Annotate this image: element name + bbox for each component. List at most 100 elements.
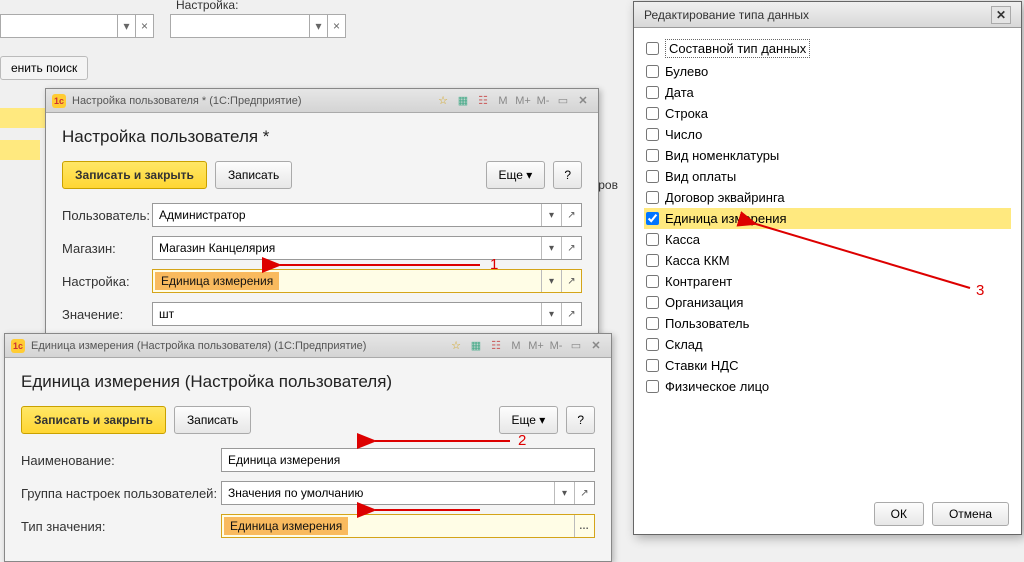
type-row[interactable]: Единица измерения: [644, 208, 1011, 229]
window-title: Настройка пользователя * (1С:Предприятие…: [72, 95, 302, 107]
type-checkbox[interactable]: [646, 128, 659, 141]
type-label: Дата: [665, 85, 694, 100]
titlebar[interactable]: 1c Единица измерения (Настройка пользова…: [5, 334, 611, 358]
bg-setting-field-1[interactable]: ▾×: [0, 14, 154, 38]
close-icon[interactable]: ✕: [574, 93, 592, 109]
dropdown-icon[interactable]: ▾: [541, 303, 561, 325]
ellipsis-icon[interactable]: …: [574, 515, 594, 537]
open-icon[interactable]: ↗: [574, 482, 594, 504]
save-close-button[interactable]: Записать и закрыть: [62, 161, 207, 189]
composite-type-row[interactable]: Составной тип данных: [644, 36, 1011, 61]
m-plus-icon[interactable]: M+: [514, 93, 532, 109]
more-button[interactable]: Еще ▾: [486, 161, 546, 189]
setting-field[interactable]: Единица измерения ▾ ↗: [152, 269, 582, 293]
close-icon[interactable]: ✕: [991, 6, 1011, 24]
help-button[interactable]: ?: [566, 406, 595, 434]
close-icon[interactable]: ✕: [587, 338, 605, 354]
value-field[interactable]: шт ▾ ↗: [152, 302, 582, 326]
type-row[interactable]: Булево: [644, 61, 1011, 82]
dropdown-icon[interactable]: ▾: [541, 270, 561, 292]
calculator-icon[interactable]: ▦: [467, 338, 485, 354]
titlebar[interactable]: 1c Настройка пользователя * (1С:Предприя…: [46, 89, 598, 113]
type-row[interactable]: Физическое лицо: [644, 376, 1011, 397]
type-checkbox[interactable]: [646, 296, 659, 309]
type-checkbox[interactable]: [646, 275, 659, 288]
dropdown-icon[interactable]: ▾: [554, 482, 574, 504]
setting-value: Единица измерения: [155, 272, 279, 290]
m-icon[interactable]: M: [507, 338, 525, 354]
type-checkbox[interactable]: [646, 65, 659, 78]
type-row[interactable]: Число: [644, 124, 1011, 145]
calendar-icon[interactable]: ☷: [474, 93, 492, 109]
open-icon[interactable]: ↗: [561, 303, 581, 325]
dropdown-icon[interactable]: ▾: [541, 237, 561, 259]
type-row[interactable]: Ставки НДС: [644, 355, 1011, 376]
value-label: Значение:: [62, 307, 152, 322]
save-close-button[interactable]: Записать и закрыть: [21, 406, 166, 434]
type-row[interactable]: Склад: [644, 334, 1011, 355]
m-icon[interactable]: M: [494, 93, 512, 109]
calculator-icon[interactable]: ▦: [454, 93, 472, 109]
type-row[interactable]: Касса ККМ: [644, 250, 1011, 271]
type-row[interactable]: Организация: [644, 292, 1011, 313]
dropdown-icon[interactable]: ▾: [309, 15, 327, 37]
window-heading: Единица измерения (Настройка пользовател…: [21, 372, 595, 392]
type-row[interactable]: Контрагент: [644, 271, 1011, 292]
type-checkbox[interactable]: [646, 254, 659, 267]
dropdown-icon[interactable]: ▾: [117, 15, 135, 37]
cancel-button[interactable]: Отмена: [932, 502, 1009, 526]
clear-icon[interactable]: ×: [135, 15, 153, 37]
save-button[interactable]: Записать: [215, 161, 292, 189]
type-row[interactable]: Договор эквайринга: [644, 187, 1011, 208]
calendar-icon[interactable]: ☷: [487, 338, 505, 354]
type-field[interactable]: Единица измерения …: [221, 514, 595, 538]
type-label: Число: [665, 127, 702, 142]
data-type-dialog: Редактирование типа данных ✕ Составной т…: [633, 1, 1022, 535]
shop-value: Магазин Канцелярия: [153, 237, 541, 259]
m-plus-icon[interactable]: M+: [527, 338, 545, 354]
composite-checkbox[interactable]: [646, 42, 659, 55]
name-field[interactable]: Единица измерения: [221, 448, 595, 472]
type-row[interactable]: Вид номенклатуры: [644, 145, 1011, 166]
more-button[interactable]: Еще ▾: [499, 406, 559, 434]
shop-field[interactable]: Магазин Канцелярия ▾ ↗: [152, 236, 582, 260]
type-checkbox[interactable]: [646, 317, 659, 330]
open-icon[interactable]: ↗: [561, 270, 581, 292]
open-icon[interactable]: ↗: [561, 204, 581, 226]
type-row[interactable]: Касса: [644, 229, 1011, 250]
type-checkbox[interactable]: [646, 170, 659, 183]
type-row[interactable]: Строка: [644, 103, 1011, 124]
type-row[interactable]: Дата: [644, 82, 1011, 103]
type-label: Вид оплаты: [665, 169, 736, 184]
favorite-icon[interactable]: ☆: [447, 338, 465, 354]
user-field[interactable]: Администратор ▾ ↗: [152, 203, 582, 227]
m-minus-icon[interactable]: M-: [534, 93, 552, 109]
type-checkbox[interactable]: [646, 149, 659, 162]
m-minus-icon[interactable]: M-: [547, 338, 565, 354]
type-checkbox[interactable]: [646, 233, 659, 246]
dialog-titlebar[interactable]: Редактирование типа данных ✕: [634, 2, 1021, 28]
clear-icon[interactable]: ×: [327, 15, 345, 37]
help-button[interactable]: ?: [553, 161, 582, 189]
type-row[interactable]: Пользователь: [644, 313, 1011, 334]
bg-setting-field-2[interactable]: ▾×: [170, 14, 346, 38]
type-checkbox[interactable]: [646, 212, 659, 225]
type-row[interactable]: Вид оплаты: [644, 166, 1011, 187]
shop-label: Магазин:: [62, 241, 152, 256]
type-checkbox[interactable]: [646, 86, 659, 99]
group-field[interactable]: Значения по умолчанию ▾ ↗: [221, 481, 595, 505]
type-checkbox[interactable]: [646, 338, 659, 351]
maximize-icon[interactable]: ▭: [567, 338, 585, 354]
bg-search-button[interactable]: енить поиск: [0, 56, 88, 80]
type-checkbox[interactable]: [646, 380, 659, 393]
type-checkbox[interactable]: [646, 359, 659, 372]
dropdown-icon[interactable]: ▾: [541, 204, 561, 226]
type-checkbox[interactable]: [646, 107, 659, 120]
type-label: Тип значения:: [21, 519, 221, 534]
ok-button[interactable]: ОК: [874, 502, 924, 526]
open-icon[interactable]: ↗: [561, 237, 581, 259]
type-checkbox[interactable]: [646, 191, 659, 204]
maximize-icon[interactable]: ▭: [554, 93, 572, 109]
save-button[interactable]: Записать: [174, 406, 251, 434]
favorite-icon[interactable]: ☆: [434, 93, 452, 109]
